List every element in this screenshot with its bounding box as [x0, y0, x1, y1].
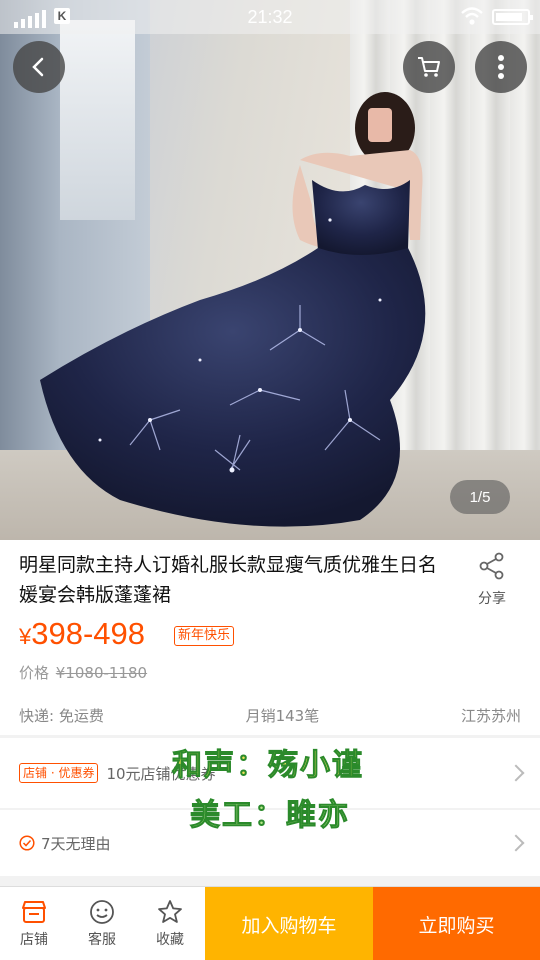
more-icon [498, 55, 504, 79]
service-icon [90, 899, 114, 924]
store-button[interactable]: 店铺 [0, 887, 68, 960]
cart-button[interactable] [403, 41, 455, 93]
check-circle-icon [19, 835, 35, 851]
dress-illustration [40, 92, 426, 527]
more-button[interactable] [475, 41, 527, 93]
favorite-label: 收藏 [156, 931, 184, 948]
meta-row: 快递: 免运费 月销143笔 江苏苏州 [19, 705, 521, 726]
back-button[interactable] [13, 41, 65, 93]
bottom-action-bar: 店铺 客服 收藏 加入购物车 立即购买 [0, 886, 540, 960]
status-bar: K 21:32 [0, 0, 540, 34]
product-info: 明星同款主持人订婚礼服长款显瘦气质优雅生日名媛宴会韩版蓬蓬裙 分享 ¥398-4… [0, 540, 540, 735]
buy-now-button[interactable]: 立即购买 [373, 887, 540, 960]
coupon-tag: 店铺 · 优惠券 [19, 763, 99, 783]
share-icon [479, 552, 504, 580]
watermark-line-1: 和声：殇小谨 [172, 748, 364, 784]
share-label: 分享 [478, 591, 506, 607]
product-image[interactable] [0, 0, 540, 540]
app-notification-icon: K [54, 8, 70, 24]
customer-service-button[interactable]: 客服 [68, 887, 136, 960]
return-policy-text: 7天无理由 [41, 834, 111, 853]
chevron-right-icon [507, 834, 525, 852]
image-page-indicator: 1/5 [450, 480, 510, 514]
add-to-cart-button[interactable]: 加入购物车 [205, 887, 373, 960]
chevron-right-icon [507, 764, 525, 782]
ship-location: 江苏苏州 [460, 707, 521, 725]
product-title: 明星同款主持人订婚礼服长款显瘦气质优雅生日名媛宴会韩版蓬蓬裙 [19, 554, 438, 606]
cart-icon [418, 57, 440, 77]
price-value: 398-498 [31, 616, 146, 651]
favorite-button[interactable]: 收藏 [136, 887, 204, 960]
original-price-row: 价格 ¥1080-1180 [19, 662, 147, 683]
status-time: 21:32 [247, 6, 293, 27]
price-currency: ¥ [19, 624, 32, 649]
monthly-sales: 月销143笔 [245, 707, 320, 725]
wifi-icon [461, 7, 483, 25]
service-label: 客服 [88, 931, 116, 948]
promo-badge: 新年快乐 [174, 626, 235, 646]
watermark-line-2: 美工：雎亦 [190, 798, 350, 834]
original-price: ¥1080-1180 [55, 664, 148, 682]
original-price-label: 价格 [19, 664, 50, 682]
product-price: ¥398-498 [19, 616, 145, 652]
store-label: 店铺 [20, 931, 48, 948]
signal-icon [14, 10, 46, 28]
shipping-info: 快递: 免运费 [19, 707, 104, 725]
share-button[interactable]: 分享 [470, 552, 514, 608]
star-icon [158, 899, 182, 923]
store-icon [22, 900, 46, 923]
back-icon [32, 57, 44, 77]
battery-icon [492, 9, 533, 25]
